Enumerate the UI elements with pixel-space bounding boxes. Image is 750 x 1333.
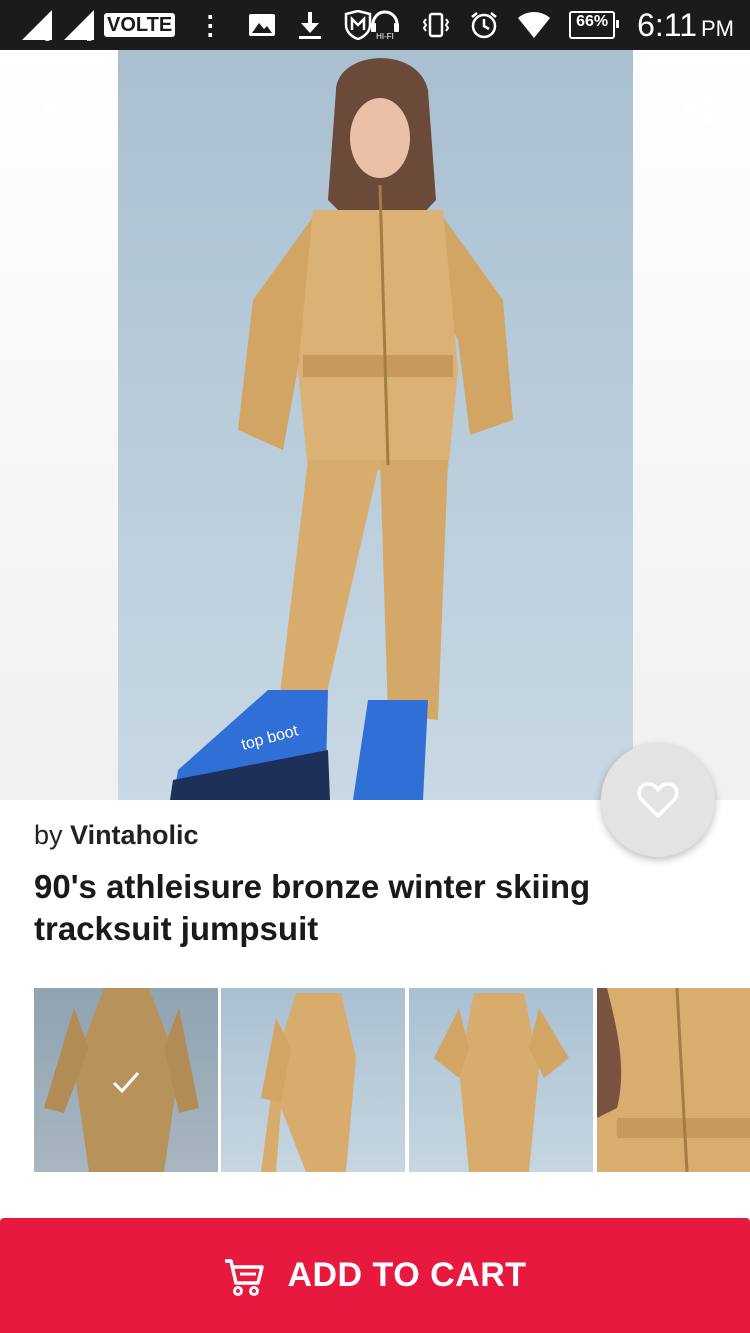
- volte-badge: VOLTE: [104, 13, 176, 37]
- thumbnail-3[interactable]: [409, 988, 593, 1172]
- thumbnail-4[interactable]: [597, 988, 750, 1172]
- thumbnail-strip[interactable]: [34, 988, 750, 1172]
- thumbnail-2[interactable]: [221, 988, 405, 1172]
- vibrate-icon: [422, 12, 450, 38]
- seller-name[interactable]: Vintaholic: [70, 820, 199, 850]
- heart-outline-icon: [637, 782, 679, 818]
- add-to-cart-button[interactable]: ADD TO CART: [0, 1218, 750, 1333]
- signal-1-icon: 1: [22, 10, 52, 42]
- product-title: 90's athleisure bronze winter skiing tra…: [34, 868, 591, 948]
- thumbnail-4-image: [597, 988, 750, 1172]
- seller-line: by Vintaholic: [34, 820, 199, 851]
- model-illustration: top boot: [170, 58, 513, 800]
- seller-prefix: by: [34, 820, 63, 850]
- svg-text:1: 1: [44, 33, 50, 42]
- cart-icon: [225, 1258, 265, 1296]
- download-icon: [299, 12, 322, 39]
- battery-icon: 66%: [569, 11, 620, 39]
- product-image-area[interactable]: top boot: [0, 50, 750, 800]
- thumbnail-3-image: [434, 993, 569, 1172]
- wifi-icon: [518, 12, 551, 38]
- signal-2-icon: 2: [64, 10, 94, 42]
- alarm-icon: [471, 12, 497, 39]
- thumbnail-1[interactable]: [34, 988, 218, 1172]
- arrow-left-icon[interactable]: [38, 88, 78, 128]
- svg-text:2: 2: [86, 33, 92, 42]
- status-bar-left: 1 2 VOLTE ⋮: [20, 0, 391, 50]
- status-bar-right: HI-FI 66% 6:11 PM: [367, 0, 734, 50]
- check-icon: [112, 1072, 140, 1094]
- image-icon: [249, 14, 276, 36]
- status-bar: 1 2 VOLTE ⋮ HI-FI 66% 6:11 PM: [0, 0, 750, 50]
- hifi-icon: HI-FI: [371, 10, 400, 40]
- clock: 6:11 PM: [637, 6, 734, 43]
- add-to-cart-label: ADD TO CART: [287, 1256, 527, 1294]
- thumbnail-2-image: [261, 993, 356, 1172]
- more-dots-icon: ⋮: [197, 9, 223, 40]
- favorite-button[interactable]: [601, 743, 715, 857]
- product-photo[interactable]: top boot: [118, 50, 633, 800]
- svg-text:HI-FI: HI-FI: [376, 32, 394, 40]
- share-icon[interactable]: [680, 88, 720, 128]
